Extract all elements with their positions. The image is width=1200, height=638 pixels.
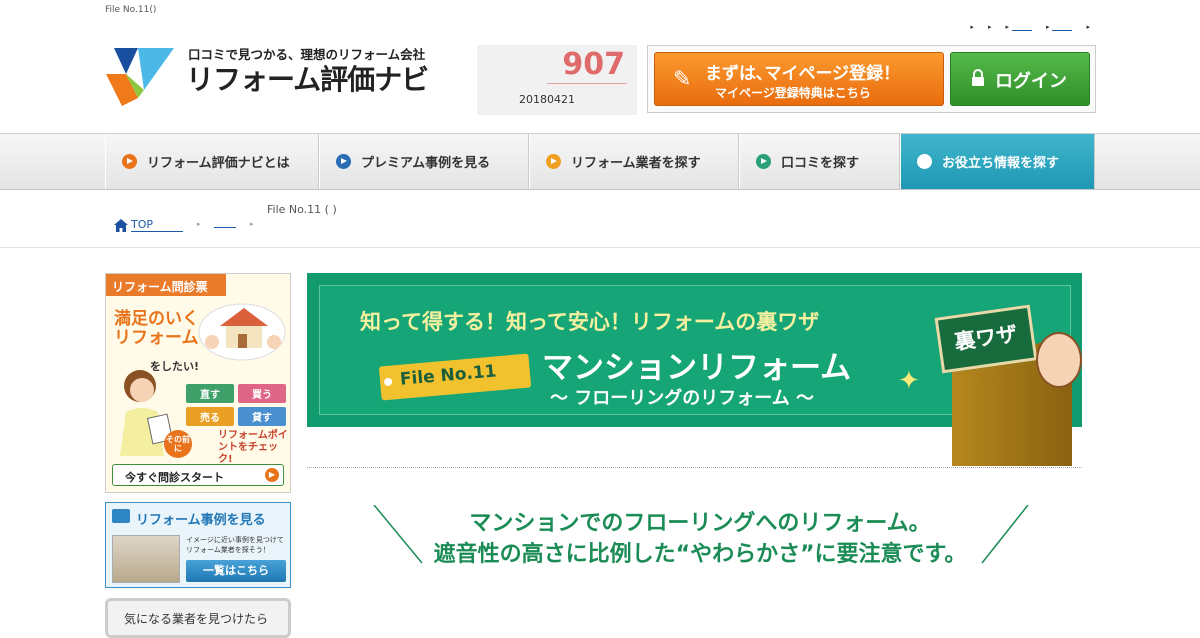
before-that-badge: その前に [164,430,192,458]
counter-box: 907 20180421 [477,45,637,115]
article-hero-banner: 知って得する！知って安心！リフォームの裏ワザ File No.11 マンションリ… [307,273,1082,466]
counter-date: 20180421 [519,93,575,106]
option-rent: 貸す [238,407,286,426]
hero-inner-frame: 知って得する！知って安心！リフォームの裏ワザ File No.11 マンションリ… [319,285,1082,466]
nav-item-reviews[interactable]: 口コミを探す [739,134,900,189]
hero-title: マンションリフォーム [542,350,852,386]
counter-value: 907 [562,47,625,82]
diagnosis-check-text: リフォームポイントをチェック! [218,430,288,465]
arrow-right-icon: ▶ [265,468,279,482]
breadcrumb-separator-icon: ▸ [197,220,201,228]
register-mypage-button[interactable]: ✎ まずは､マイページ登録！ マイページ登録特典はこちら [654,52,944,106]
nav-item-label: プレミアム事例を見る [361,156,491,171]
login-button[interactable]: ログイン [950,52,1090,106]
image-icon [112,509,130,523]
option-sell: 売る [186,407,234,426]
cases-banner[interactable]: リフォーム事例を見る イメージに近い事例を見つけてリフォーム業者を探そう！ 一覧… [105,502,291,588]
diagnosis-options: 直す 買う 売る 貸す [186,384,286,426]
home-icon [114,218,128,232]
heading-line-2: 遮音性の高さに比例した“やわらかさ”に要注意です。 [433,542,967,567]
utility-links: ▸ ▸ ▸ ▸ ▸ [970,22,1090,31]
utility-link[interactable]: ▸ [970,22,974,31]
cases-description: イメージに近い事例を見つけてリフォーム業者を探そう！ [186,536,284,554]
breadcrumb-home-label: TOP [131,218,183,232]
site-logo[interactable]: 口コミで見つかる、理想のリフォーム会社 リフォーム評価ナビ [104,44,434,110]
play-circle-icon [756,154,771,169]
option-buy: 買う [238,384,286,403]
play-circle-icon [546,154,561,169]
nav-item-label: リフォーム業者を探す [571,156,701,171]
login-label: ログイン [995,71,1067,92]
play-circle-icon [917,154,932,169]
account-cta: ✎ まずは､マイページ登録！ マイページ登録特典はこちら ログイン [647,45,1096,113]
utility-link[interactable]: ▸ [1005,22,1032,31]
option-fix: 直す [186,384,234,403]
register-sublabel: マイページ登録特典はこちら [715,86,871,100]
pencil-icon: ✎ [673,67,692,92]
nav-item-label: リフォーム評価ナビとは [147,156,290,171]
heading-line-1: マンションでのフローリングへのリフォーム。 [469,511,931,536]
play-circle-icon [336,154,351,169]
utility-link[interactable]: ▸ [1086,22,1090,31]
found-contractor-banner[interactable]: 気になる業者を見つけたら [105,598,291,638]
global-nav: リフォーム評価ナビとは プレミアム事例を見る リフォーム業者を探す 口コミを探す… [0,133,1200,190]
page-file-title: File No.11() [105,5,157,15]
article-heading: マンションでのフローリングへのリフォーム。 遮音性の高さに比例した“やわらかさ”… [370,505,1030,567]
file-number-tag: File No.11 [378,353,532,401]
utility-link[interactable]: ▸ [1046,22,1073,31]
counter-divider [547,83,627,84]
start-diagnosis-button[interactable]: 今すぐ問診スタート ▶ [112,464,284,486]
diagnosis-banner[interactable]: リフォーム問診票 満足のいくリフォーム をしたい! 直す 買う 売る 貸す その… [105,273,291,493]
diagnosis-headline: 満足のいくリフォーム [114,309,199,348]
house-family-illustration [198,303,286,361]
nav-item-label: お役立ち情報を探す [942,156,1060,171]
room-photo [112,535,180,583]
logo-mark-icon [106,48,174,106]
breadcrumb-link[interactable] [214,227,236,228]
breadcrumb-separator-icon: ▸ [250,220,254,228]
section-divider [307,467,1082,468]
woman-face-illustration [1036,332,1082,388]
found-contractor-text: 気になる業者を見つけたら [124,612,269,626]
nav-item-label: 口コミを探す [781,156,860,171]
nav-item-about[interactable]: リフォーム評価ナビとは [105,134,319,189]
nav-item-find-contractor[interactable]: リフォーム業者を探す [529,134,739,189]
utility-link[interactable]: ▸ [988,22,992,31]
nav-item-premium-cases[interactable]: プレミアム事例を見る [319,134,529,189]
breadcrumb: TOP ▸ ▸ File No.11 ( ) [0,190,1200,248]
lock-icon [972,69,984,86]
view-list-button[interactable]: 一覧はこちら [186,560,286,582]
breadcrumb-home[interactable]: TOP [114,218,183,232]
diagnosis-header: リフォーム問診票 [106,274,226,296]
breadcrumb-current: File No.11 ( ) [267,203,337,216]
start-diagnosis-label: 今すぐ問診スタート [125,471,224,484]
hero-subtitle: 〜 フローリングのリフォーム 〜 [550,388,814,409]
register-label: まずは､マイページ登録！ [705,64,901,84]
hero-tagline: 知って得する！知って安心！リフォームの裏ワザ [360,310,820,334]
sparkle-icon: ✦ [898,366,920,396]
logo-name: リフォーム評価ナビ [186,63,429,96]
cases-title: リフォーム事例を見る [136,513,266,528]
play-circle-icon [122,154,137,169]
nav-item-useful-info[interactable]: お役立ち情報を探す [900,134,1095,189]
